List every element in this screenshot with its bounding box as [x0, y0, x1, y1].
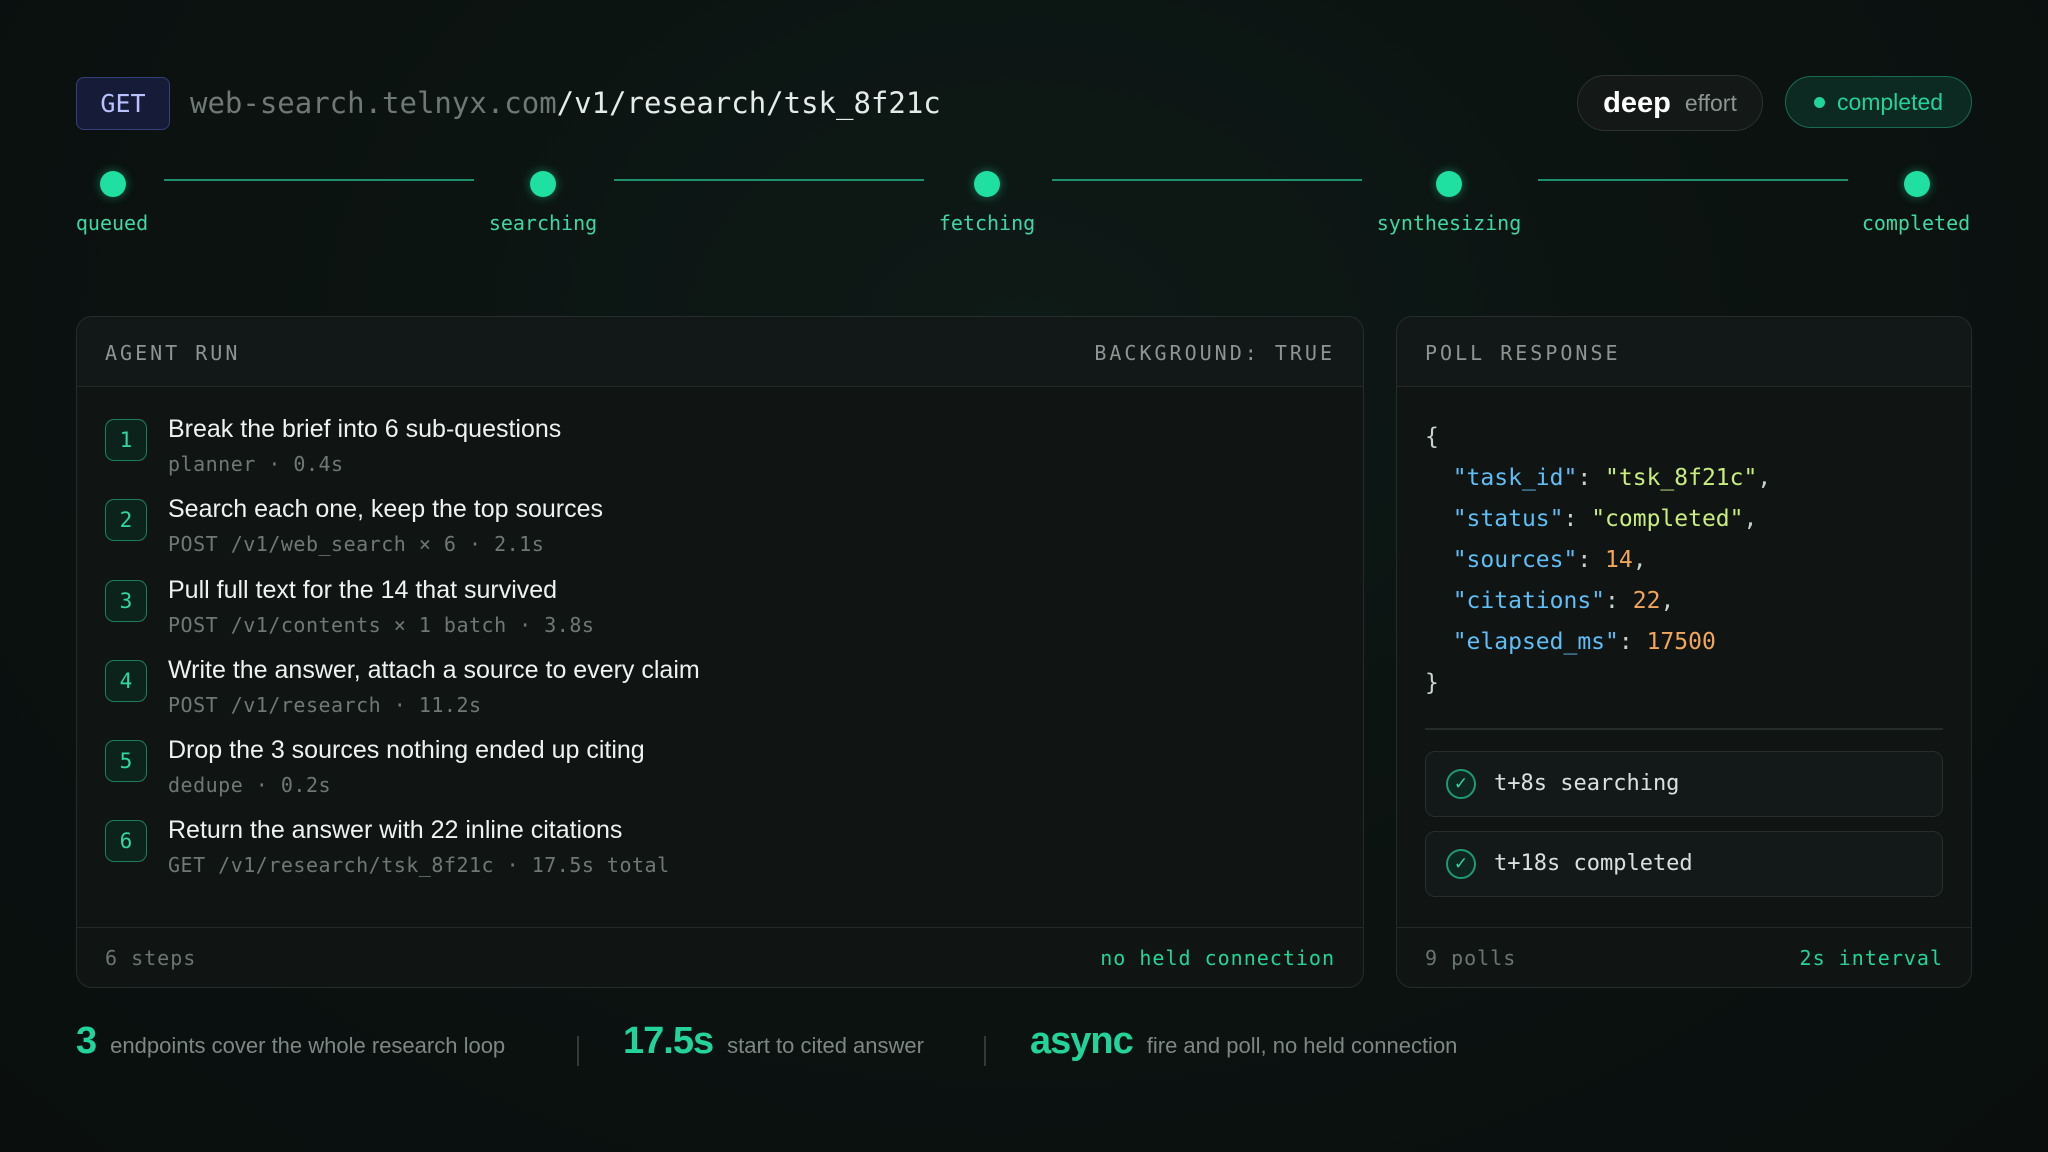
step-title: Return the answer with 22 inline citatio… — [168, 816, 623, 844]
step-title: Search each one, keep the top sources — [168, 495, 604, 523]
stage-label-fetching: fetching — [938, 211, 1036, 235]
json-body: { "task_id": "tsk_8f21c", "status": "com… — [1425, 424, 1772, 696]
stat-label: endpoints cover the whole research loop — [110, 1033, 506, 1058]
stat-label: start to cited answer — [727, 1033, 924, 1058]
poll-row-text: t+8s searching — [1494, 771, 1680, 796]
json-value-status: "completed" — [1591, 506, 1744, 532]
json-key: "task_id" — [1452, 465, 1578, 491]
check-icon: ✓ — [1446, 769, 1476, 799]
stage-label-synthesizing: synthesizing — [1376, 211, 1522, 235]
agent-run-panel: AGENT RUN BACKGROUND: TRUE 1 Break the b… — [76, 316, 1364, 988]
step-count: 6 steps — [105, 946, 197, 970]
poll-interval: 2s interval — [1799, 946, 1943, 970]
stage-connector — [614, 179, 924, 181]
stage-dot-icon — [1904, 171, 1930, 197]
stat-value: 17.5s — [623, 1020, 714, 1062]
json-value-sources: 14 — [1605, 547, 1633, 573]
status-badge: completed — [1785, 76, 1972, 128]
agent-run-footer: 6 steps no held connection — [77, 927, 1363, 987]
stage-label-searching: searching — [488, 211, 598, 235]
poll-response-header: POLL RESPONSE — [1397, 317, 1971, 387]
step-number: 4 — [105, 660, 147, 702]
stage-connector — [164, 179, 474, 181]
step-number: 6 — [105, 820, 147, 862]
step-meta: POST /v1/contents × 1 batch · 3.8s — [168, 613, 595, 637]
effort-label: effort — [1684, 89, 1737, 116]
json-open-brace: { — [1425, 424, 1439, 450]
url-host: web-search.telnyx.com — [190, 86, 557, 120]
stage-dot-icon — [974, 171, 1000, 197]
background-flag: BACKGROUND: TRUE — [1094, 341, 1335, 365]
stat-value: 3 — [76, 1020, 97, 1062]
step-meta: dedupe · 0.2s — [168, 773, 332, 797]
json-key: "elapsed_ms" — [1452, 629, 1619, 655]
stage-dot-icon — [100, 171, 126, 197]
divider — [1425, 728, 1943, 730]
json-value-citations: 22 — [1632, 588, 1661, 614]
stat-endpoints: 3 endpoints cover the whole research loo… — [76, 1020, 505, 1063]
step-title: Write the answer, attach a source to eve… — [168, 656, 700, 684]
url-path: /v1/research/tsk_8f21c — [556, 86, 941, 120]
effort-level: deep — [1603, 86, 1671, 119]
check-icon: ✓ — [1446, 849, 1476, 879]
stat-duration: 17.5s start to cited answer — [623, 1020, 924, 1063]
poll-row-text: t+18s completed — [1494, 851, 1693, 876]
stat-label: fire and poll, no held connection — [1146, 1033, 1458, 1058]
step-meta: POST /v1/web_search × 6 · 2.1s — [168, 532, 545, 556]
json-value-task-id: "tsk_8f21c" — [1605, 465, 1758, 491]
stage-dot-icon — [1436, 171, 1462, 197]
stage-connector — [1052, 179, 1362, 181]
agent-run-header: AGENT RUN BACKGROUND: TRUE — [77, 317, 1363, 387]
stage-label-completed: completed — [1861, 211, 1971, 235]
step-title: Pull full text for the 14 that survived — [168, 576, 558, 604]
status-dot-icon — [1813, 96, 1825, 108]
agent-run-title: AGENT RUN — [105, 341, 241, 365]
json-key: "citations" — [1452, 588, 1606, 614]
http-method-badge: GET — [76, 77, 170, 130]
stat-async: async fire and poll, no held connection — [1030, 1020, 1457, 1063]
stat-separator — [577, 1036, 579, 1066]
step-meta: GET /v1/research/tsk_8f21c · 17.5s total — [168, 853, 670, 877]
step-number: 2 — [105, 499, 147, 541]
poll-row: ✓ t+8s searching — [1425, 751, 1943, 817]
json-key: "status" — [1452, 506, 1564, 532]
connection-note: no held connection — [1100, 946, 1335, 970]
json-value-elapsed: 17500 — [1646, 629, 1716, 655]
stage-connector — [1538, 179, 1848, 181]
stage-label-queued: queued — [75, 211, 149, 235]
step-title: Drop the 3 sources nothing ended up citi… — [168, 736, 645, 764]
status-text: completed — [1836, 88, 1944, 115]
poll-response-title: POLL RESPONSE — [1425, 341, 1621, 365]
stat-separator — [984, 1036, 986, 1066]
effort-badge: deep effort — [1577, 75, 1763, 131]
stage-dot-icon — [530, 171, 556, 197]
poll-row: ✓ t+18s completed — [1425, 831, 1943, 897]
step-number: 1 — [105, 419, 147, 461]
stat-value: async — [1030, 1020, 1134, 1062]
step-meta: POST /v1/research · 11.2s — [168, 693, 482, 717]
step-title: Break the brief into 6 sub-questions — [168, 415, 562, 443]
poll-response-footer: 9 polls 2s interval — [1397, 927, 1971, 987]
json-key: "sources" — [1452, 547, 1578, 573]
step-number: 3 — [105, 580, 147, 622]
step-meta: planner · 0.4s — [168, 452, 344, 476]
poll-count: 9 polls — [1425, 946, 1517, 970]
poll-response-panel: POLL RESPONSE { "task_id": "tsk_8f21c", … — [1396, 316, 1972, 988]
json-close-brace: } — [1425, 670, 1439, 696]
request-url: web-search.telnyx.com/v1/research/tsk_8f… — [190, 84, 941, 122]
step-number: 5 — [105, 740, 147, 782]
